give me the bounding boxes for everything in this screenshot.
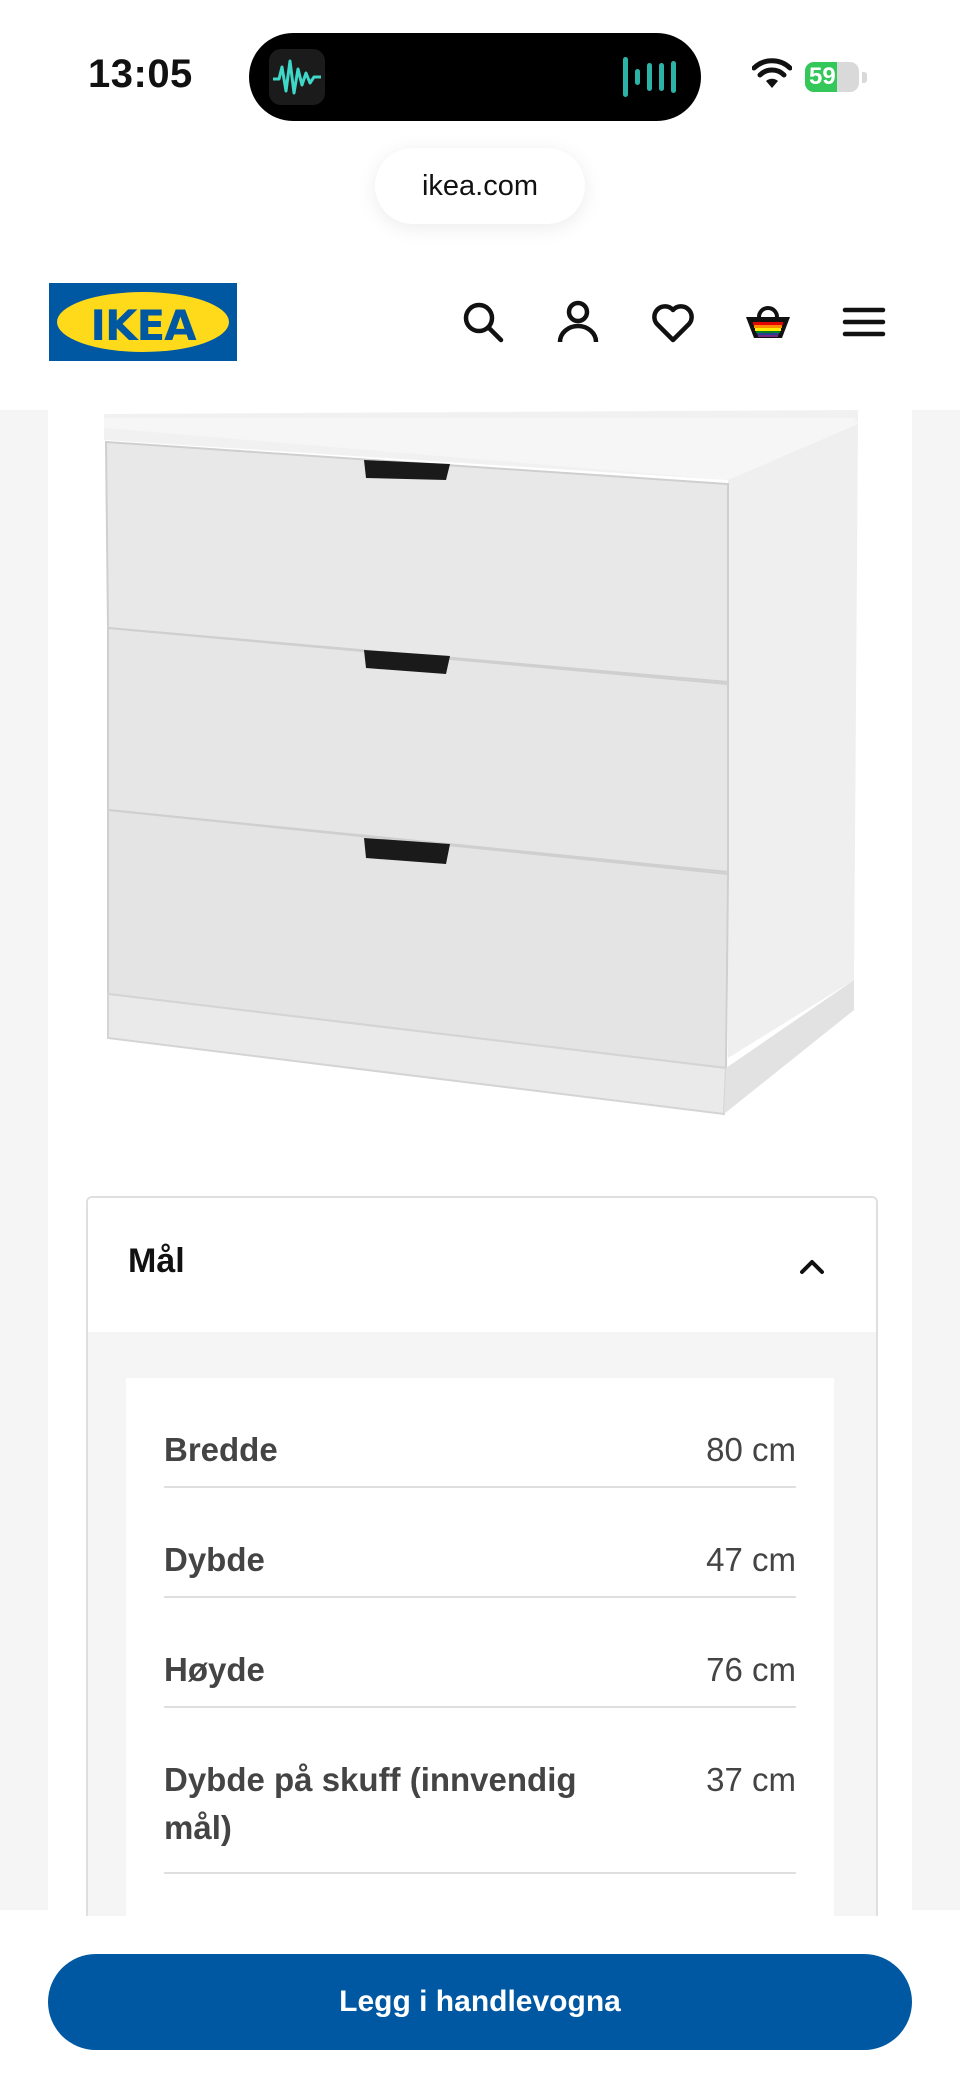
dimension-value: 80 cm [706, 1431, 796, 1468]
battery-body: 59 [805, 62, 859, 92]
battery-nub [862, 72, 867, 83]
accordion-title: Mål [128, 1242, 185, 1280]
dimension-label: Dybde [164, 1541, 265, 1578]
accordion-header[interactable]: Mål [88, 1198, 876, 1332]
dimension-row-depth: Dybde 47 cm [164, 1536, 796, 1598]
wifi-icon [752, 58, 792, 88]
ikea-logo[interactable]: IKEA [49, 283, 237, 361]
dimension-value: 76 cm [706, 1651, 796, 1688]
dimension-label: Dybde på skuff (innvendig mål) [164, 1761, 577, 1846]
logo-text: IKEA [90, 301, 196, 350]
dimensions-table: Bredde 80 cm Dybde 47 cm Høyde 76 cm Dyb… [126, 1378, 834, 1918]
dynamic-island [249, 33, 701, 121]
battery-percent: 59 [809, 63, 836, 90]
site-header: IKEA [0, 260, 960, 410]
battery-indicator: 59 [805, 62, 867, 94]
dimension-row-height: Høyde 76 cm [164, 1646, 796, 1708]
gutter-right [912, 410, 960, 1910]
dimension-label: Høyde [164, 1651, 265, 1688]
cart-icon[interactable] [744, 298, 792, 346]
url-bar[interactable]: ikea.com [375, 148, 585, 224]
dimension-value: 47 cm [706, 1541, 796, 1578]
dimension-row-drawer-depth: Dybde på skuff (innvendig mål) 37 cm [164, 1756, 796, 1874]
bottom-action-bar: Legg i handlevogna [0, 1916, 960, 2087]
dimension-label: Bredde [164, 1431, 278, 1468]
product-image[interactable] [48, 410, 912, 1160]
dimension-row-width: Bredde 80 cm [164, 1426, 796, 1488]
drawer-chest-illustration [104, 410, 858, 1116]
audio-bars-icon [623, 57, 676, 97]
chevron-up-icon[interactable] [796, 1250, 828, 1282]
search-icon[interactable] [459, 298, 507, 346]
dimension-value: 37 cm [706, 1761, 796, 1798]
clock: 13:05 [88, 52, 193, 96]
voice-memo-icon [269, 49, 325, 105]
menu-icon[interactable] [840, 298, 888, 346]
gutter-left [0, 410, 48, 1910]
dimensions-accordion: Mål Bredde 80 cm Dybde 47 cm Høyde 76 cm… [86, 1196, 878, 1920]
heart-icon[interactable] [649, 298, 697, 346]
url-text: ikea.com [421, 169, 539, 202]
add-to-cart-button[interactable]: Legg i handlevogna [48, 1954, 912, 2050]
accordion-body: Bredde 80 cm Dybde 47 cm Høyde 76 cm Dyb… [88, 1332, 876, 1918]
status-bar: 13:05 59 [0, 0, 960, 140]
account-icon[interactable] [554, 298, 602, 346]
